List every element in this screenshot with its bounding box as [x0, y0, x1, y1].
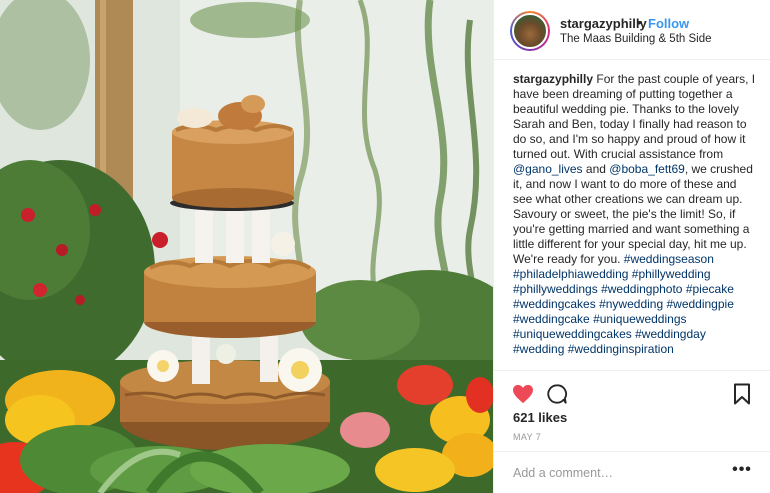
hashtag-link[interactable]: #weddingcake [513, 312, 590, 326]
hashtag-link[interactable]: #weddingphoto [601, 282, 682, 296]
header-separator: • [637, 15, 642, 30]
avatar-image [512, 13, 548, 49]
location-link[interactable]: The Maas Building & 5th Side [560, 33, 712, 45]
bookmark-icon[interactable] [733, 383, 751, 405]
hashtag-link[interactable]: #weddingseason [624, 252, 714, 266]
post-header: stargazyphilly • Follow The Maas Buildin… [494, 0, 770, 60]
caption-username[interactable]: stargazyphilly [513, 72, 593, 86]
hashtag-link[interactable]: #philadelphiawedding [513, 267, 628, 281]
hashtag-link[interactable]: #weddingday [635, 327, 706, 341]
hashtag-link[interactable]: #uniqueweddingcakes [513, 327, 632, 341]
more-options-button[interactable]: ••• [730, 461, 754, 481]
caption-text: and [582, 162, 610, 176]
wedding-pie-photo [0, 0, 493, 493]
hashtag-link[interactable]: #phillyweddings [513, 282, 598, 296]
hashtag-link[interactable]: #phillywedding [632, 267, 711, 281]
post-actions: 621 likes MAY 7 ••• [494, 370, 770, 493]
follow-button[interactable]: Follow [648, 16, 689, 31]
hashtag-link[interactable]: #nywedding [599, 297, 663, 311]
mention-link[interactable]: @gano_lives [513, 162, 583, 176]
hashtag-link[interactable]: #weddingpie [666, 297, 733, 311]
like-count[interactable]: 621 likes [513, 410, 567, 425]
post-detail-panel: stargazyphilly • Follow The Maas Buildin… [493, 0, 770, 493]
mention-link[interactable]: @boba_fett69 [609, 162, 685, 176]
heart-icon[interactable] [512, 384, 534, 404]
comment-bar: ••• [494, 451, 770, 493]
hashtag-link[interactable]: #wedding [513, 342, 564, 356]
post-photo[interactable] [0, 0, 493, 493]
hashtag-link[interactable]: #weddinginspiration [568, 342, 674, 356]
caption-text: , we crushed it, and now I want to do mo… [513, 162, 753, 266]
avatar[interactable] [510, 11, 550, 51]
hashtag-link[interactable]: #weddingcakes [513, 297, 596, 311]
caption: stargazyphilly For the past couple of ye… [513, 72, 759, 370]
header-username[interactable]: stargazyphilly [560, 16, 647, 31]
post-date: MAY 7 [513, 432, 542, 442]
hashtag-link[interactable]: #piecake [686, 282, 734, 296]
comment-icon[interactable] [546, 383, 568, 405]
hashtag-link[interactable]: #uniqueweddings [593, 312, 686, 326]
comment-input[interactable] [513, 464, 713, 482]
